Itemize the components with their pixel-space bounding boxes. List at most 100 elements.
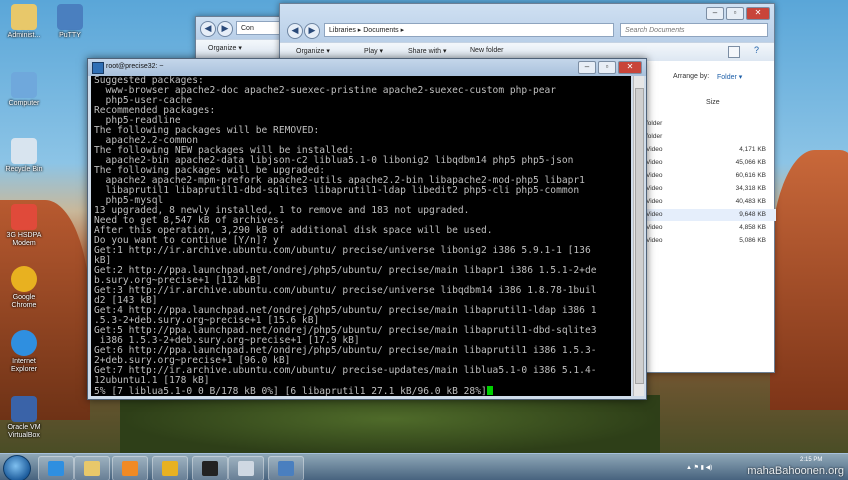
row-size: 4,171 KB	[739, 146, 766, 153]
list-item-selected[interactable]: Video 9,648 KB	[646, 209, 776, 221]
row-type: Video	[646, 224, 663, 231]
taskbar-app-button[interactable]	[192, 456, 228, 480]
row-type: Video	[646, 159, 663, 166]
window-titlebar[interactable]: root@precise32: ~ – ▫ ✕	[88, 59, 646, 76]
new-folder-button[interactable]: New folder	[470, 47, 503, 54]
computer-icon	[11, 72, 37, 98]
desktop-icon-label: Administ...	[7, 32, 41, 39]
row-type: Video	[646, 146, 663, 153]
taskbar-app-button[interactable]	[74, 456, 110, 480]
putty-icon	[57, 4, 83, 30]
row-type: Video	[646, 185, 663, 192]
taskbar-app-button[interactable]	[152, 456, 188, 480]
list-item[interactable]: Video 4,171 KB	[646, 144, 776, 156]
progress-text: 5% [7 liblua5.1-0 0 B/178 kB 0%] [6 liba…	[94, 386, 487, 397]
row-size: 4,858 KB	[739, 224, 766, 231]
list-item[interactable]: Video 34,318 KB	[646, 183, 776, 195]
search-input[interactable]: Search Documents	[620, 23, 768, 37]
wallpaper-rock-right	[770, 150, 848, 410]
desktop-icon-label: Google Chrome	[11, 294, 37, 309]
window-controls: – ▫ ✕	[578, 61, 642, 74]
start-button[interactable]	[3, 455, 31, 480]
list-item[interactable]: folder	[646, 118, 776, 130]
taskbar-app-button[interactable]	[38, 456, 74, 480]
terminal-progress-line: 5% [7 liblua5.1-0 0 B/178 kB 0%] [6 liba…	[91, 386, 631, 396]
list-item[interactable]: Video 5,086 KB	[646, 235, 776, 247]
chrome-icon	[162, 461, 178, 476]
taskbar-app-button[interactable]	[268, 456, 304, 480]
window-title: root@precise32: ~	[106, 63, 164, 70]
user-folder-icon	[11, 4, 37, 30]
desktop-icon-internet-explorer[interactable]: Internet Explorer	[0, 330, 48, 374]
chrome-icon	[11, 266, 37, 292]
window-icon	[238, 461, 254, 476]
preview-pane-icon[interactable]	[728, 46, 740, 58]
desktop-icon-chrome[interactable]: Google Chrome	[0, 266, 48, 310]
window-controls: – ▫ ✕	[706, 7, 770, 20]
maximize-button[interactable]: ▫	[598, 61, 616, 74]
terminal-output[interactable]: Suggested packages: www-browser apache2-…	[91, 76, 631, 396]
desktop: Administ... PuTTY Computer Recycle Bin 3…	[0, 0, 848, 480]
desktop-icon-label: Internet Explorer	[10, 358, 38, 373]
minimize-button[interactable]: –	[706, 7, 724, 20]
help-icon[interactable]: ?	[754, 45, 759, 55]
list-item[interactable]: folder	[646, 131, 776, 143]
clock-time[interactable]: 2:15 PM	[800, 457, 822, 463]
terminal-line: Get:3 http://ir.archive.ubuntu.com/ubunt…	[94, 285, 597, 296]
row-size: 40,483 KB	[735, 198, 766, 205]
row-size: 5,086 KB	[739, 237, 766, 244]
back-arrow-icon[interactable]: ◀	[287, 23, 303, 39]
row-type: folder	[646, 133, 663, 140]
scrollbar-thumb[interactable]	[635, 88, 644, 384]
list-item[interactable]: Video 60,616 KB	[646, 170, 776, 182]
list-item[interactable]: Video 45,066 KB	[646, 157, 776, 169]
row-size: 60,616 KB	[735, 172, 766, 179]
terminal-cursor	[486, 386, 493, 395]
desktop-icon-label: Oracle VM VirtualBox	[7, 424, 41, 439]
organize-button[interactable]: Organize ▾	[296, 47, 330, 55]
tray-icons[interactable]: ▲ ⚑ ▮ ◀)	[686, 464, 712, 471]
play-button[interactable]: Play ▾	[364, 47, 383, 55]
list-item[interactable]: Video 4,858 KB	[646, 222, 776, 234]
row-type: Video	[646, 198, 663, 205]
row-type: folder	[646, 120, 663, 127]
desktop-icon-putty[interactable]: PuTTY	[46, 4, 94, 40]
size-column-header[interactable]: Size	[706, 99, 720, 106]
taskbar-app-button[interactable]	[112, 456, 148, 480]
recycle-bin-icon	[11, 138, 37, 164]
terminal-line: Get:1 http://ir.archive.ubuntu.com/ubunt…	[94, 245, 591, 256]
terminal-line: 12ubuntu1.1 [178 kB]	[94, 375, 210, 386]
share-with-button[interactable]: Share with ▾	[408, 47, 447, 55]
close-button[interactable]: ✕	[746, 7, 770, 20]
wallpaper-shrubs	[120, 395, 660, 455]
row-size: 9,648 KB	[739, 211, 766, 218]
row-type: Video	[646, 172, 663, 179]
desktop-icon-virtualbox[interactable]: Oracle VM VirtualBox	[0, 396, 48, 440]
cmd-icon	[202, 461, 218, 476]
address-bar[interactable]: Libraries ▸ Documents ▸	[324, 23, 614, 37]
desktop-icon-recycle-bin[interactable]: Recycle Bin	[0, 138, 48, 174]
desktop-icon-3g-modem[interactable]: 3G HSDPA Modem	[0, 204, 48, 248]
media-player-icon	[122, 461, 138, 476]
window-titlebar[interactable]: – ▫ ✕ ◀ ▶ Libraries ▸ Documents ▸ Search…	[280, 4, 774, 42]
taskbar-app-button[interactable]	[228, 456, 264, 480]
forward-arrow-icon[interactable]: ▶	[217, 21, 233, 37]
taskbar: ▲ ⚑ ▮ ◀) 2:15 PM	[0, 453, 848, 480]
putty-icon	[278, 461, 294, 476]
terminal-scrollbar[interactable]	[633, 76, 644, 396]
arrange-by-dropdown[interactable]: Folder ▾	[717, 73, 742, 81]
forward-arrow-icon[interactable]: ▶	[304, 23, 320, 39]
watermark: mahaBahoonen.org	[747, 465, 844, 477]
maximize-button[interactable]: ▫	[726, 7, 744, 20]
organize-button[interactable]: Organize ▾	[208, 44, 242, 52]
minimize-button[interactable]: –	[578, 61, 596, 74]
back-arrow-icon[interactable]: ◀	[200, 21, 216, 37]
list-item[interactable]: Video 40,483 KB	[646, 196, 776, 208]
ie-icon	[48, 461, 64, 476]
close-button[interactable]: ✕	[618, 61, 642, 74]
terminal-text: Suggested packages: www-browser apache2-…	[91, 76, 631, 386]
desktop-icon-administrator[interactable]: Administ...	[0, 4, 48, 40]
putty-terminal-window[interactable]: root@precise32: ~ – ▫ ✕ Suggested packag…	[87, 58, 647, 400]
desktop-icon-computer[interactable]: Computer	[0, 72, 48, 108]
desktop-icon-label: Computer	[8, 100, 40, 107]
